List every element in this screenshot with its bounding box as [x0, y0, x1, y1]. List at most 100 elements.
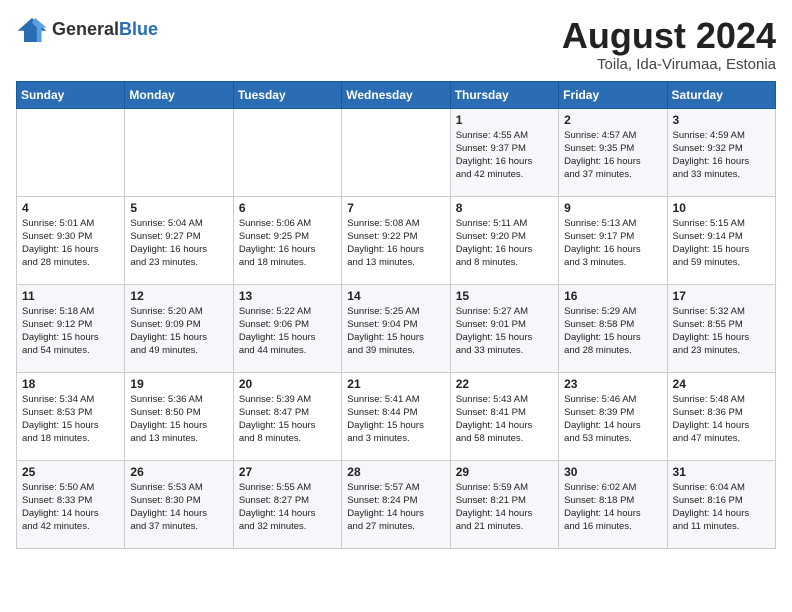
day-info: Sunrise: 5:59 AM Sunset: 8:21 PM Dayligh…	[456, 481, 553, 534]
day-info: Sunrise: 5:36 AM Sunset: 8:50 PM Dayligh…	[130, 393, 227, 446]
day-number: 27	[239, 465, 336, 479]
calendar-cell	[233, 108, 341, 196]
calendar-cell: 8 Sunrise: 5:11 AM Sunset: 9:20 PM Daylig…	[450, 196, 558, 284]
day-info: Sunrise: 5:13 AM Sunset: 9:17 PM Dayligh…	[564, 217, 661, 270]
day-number: 4	[22, 201, 119, 215]
weekday-header-row: SundayMondayTuesdayWednesdayThursdayFrid…	[17, 81, 776, 108]
day-number: 24	[673, 377, 770, 391]
weekday-header-wednesday: Wednesday	[342, 81, 450, 108]
day-info: Sunrise: 5:29 AM Sunset: 8:58 PM Dayligh…	[564, 305, 661, 358]
day-info: Sunrise: 5:18 AM Sunset: 9:12 PM Dayligh…	[22, 305, 119, 358]
day-info: Sunrise: 5:55 AM Sunset: 8:27 PM Dayligh…	[239, 481, 336, 534]
calendar-cell: 4 Sunrise: 5:01 AM Sunset: 9:30 PM Daylig…	[17, 196, 125, 284]
day-number: 19	[130, 377, 227, 391]
logo: GeneralBlue	[16, 16, 158, 44]
day-number: 23	[564, 377, 661, 391]
title-block: August 2024 Toila, Ida-Virumaa, Estonia	[562, 16, 776, 73]
calendar-cell: 28Sunrise: 5:57 AM Sunset: 8:24 PM Dayli…	[342, 460, 450, 548]
calendar-cell: 29 Sunrise: 5:59 AM Sunset: 8:21 PM Dayli…	[450, 460, 558, 548]
calendar-cell: 16 Sunrise: 5:29 AM Sunset: 8:58 PM Dayli…	[559, 284, 667, 372]
day-number: 5	[130, 201, 227, 215]
weekday-header-sunday: Sunday	[17, 81, 125, 108]
day-number: 28	[347, 465, 444, 479]
calendar-cell: 26Sunrise: 5:53 AM Sunset: 8:30 PM Dayli…	[125, 460, 233, 548]
day-number: 14	[347, 289, 444, 303]
calendar-cell: 27 Sunrise: 5:55 AM Sunset: 8:27 PM Dayli…	[233, 460, 341, 548]
day-info: Sunrise: 5:41 AM Sunset: 8:44 PM Dayligh…	[347, 393, 444, 446]
calendar-cell	[17, 108, 125, 196]
calendar-cell: 18 Sunrise: 5:34 AM Sunset: 8:53 PM Dayli…	[17, 372, 125, 460]
day-info: Sunrise: 5:34 AM Sunset: 8:53 PM Dayligh…	[22, 393, 119, 446]
day-number: 25	[22, 465, 119, 479]
calendar-cell: 31Sunrise: 6:04 AM Sunset: 8:16 PM Dayli…	[667, 460, 775, 548]
calendar-cell: 11 Sunrise: 5:18 AM Sunset: 9:12 PM Dayli…	[17, 284, 125, 372]
calendar-cell: 9Sunrise: 5:13 AM Sunset: 9:17 PM Daylig…	[559, 196, 667, 284]
weekday-header-saturday: Saturday	[667, 81, 775, 108]
page-header: GeneralBlue August 2024 Toila, Ida-Virum…	[16, 16, 776, 73]
day-number: 20	[239, 377, 336, 391]
calendar-cell: 17 Sunrise: 5:32 AM Sunset: 8:55 PM Dayli…	[667, 284, 775, 372]
day-number: 7	[347, 201, 444, 215]
day-info: Sunrise: 4:57 AM Sunset: 9:35 PM Dayligh…	[564, 129, 661, 182]
logo-icon	[16, 16, 48, 44]
logo-blue-text: Blue	[119, 19, 158, 39]
day-info: Sunrise: 6:02 AM Sunset: 8:18 PM Dayligh…	[564, 481, 661, 534]
day-info: Sunrise: 5:32 AM Sunset: 8:55 PM Dayligh…	[673, 305, 770, 358]
logo-general-text: General	[52, 19, 119, 39]
week-row-2: 4 Sunrise: 5:01 AM Sunset: 9:30 PM Daylig…	[17, 196, 776, 284]
week-row-3: 11 Sunrise: 5:18 AM Sunset: 9:12 PM Dayli…	[17, 284, 776, 372]
day-number: 15	[456, 289, 553, 303]
day-number: 11	[22, 289, 119, 303]
day-info: Sunrise: 4:59 AM Sunset: 9:32 PM Dayligh…	[673, 129, 770, 182]
calendar-cell: 30 Sunrise: 6:02 AM Sunset: 8:18 PM Dayli…	[559, 460, 667, 548]
day-number: 2	[564, 113, 661, 127]
day-number: 29	[456, 465, 553, 479]
day-number: 16	[564, 289, 661, 303]
day-info: Sunrise: 5:15 AM Sunset: 9:14 PM Dayligh…	[673, 217, 770, 270]
day-number: 21	[347, 377, 444, 391]
day-info: Sunrise: 5:25 AM Sunset: 9:04 PM Dayligh…	[347, 305, 444, 358]
calendar-cell	[342, 108, 450, 196]
calendar-cell: 5 Sunrise: 5:04 AM Sunset: 9:27 PM Daylig…	[125, 196, 233, 284]
day-number: 18	[22, 377, 119, 391]
day-info: Sunrise: 5:11 AM Sunset: 9:20 PM Dayligh…	[456, 217, 553, 270]
day-number: 6	[239, 201, 336, 215]
calendar-cell: 19 Sunrise: 5:36 AM Sunset: 8:50 PM Dayli…	[125, 372, 233, 460]
weekday-header-monday: Monday	[125, 81, 233, 108]
calendar-cell: 1 Sunrise: 4:55 AM Sunset: 9:37 PM Daylig…	[450, 108, 558, 196]
day-info: Sunrise: 5:39 AM Sunset: 8:47 PM Dayligh…	[239, 393, 336, 446]
day-number: 22	[456, 377, 553, 391]
day-info: Sunrise: 5:27 AM Sunset: 9:01 PM Dayligh…	[456, 305, 553, 358]
calendar-cell: 14 Sunrise: 5:25 AM Sunset: 9:04 PM Dayli…	[342, 284, 450, 372]
day-number: 12	[130, 289, 227, 303]
calendar-cell: 15 Sunrise: 5:27 AM Sunset: 9:01 PM Dayli…	[450, 284, 558, 372]
day-number: 8	[456, 201, 553, 215]
week-row-4: 18 Sunrise: 5:34 AM Sunset: 8:53 PM Dayli…	[17, 372, 776, 460]
day-info: Sunrise: 5:01 AM Sunset: 9:30 PM Dayligh…	[22, 217, 119, 270]
day-info: Sunrise: 5:50 AM Sunset: 8:33 PM Dayligh…	[22, 481, 119, 534]
week-row-1: 1 Sunrise: 4:55 AM Sunset: 9:37 PM Daylig…	[17, 108, 776, 196]
location-subtitle: Toila, Ida-Virumaa, Estonia	[562, 56, 776, 73]
day-number: 10	[673, 201, 770, 215]
day-number: 3	[673, 113, 770, 127]
calendar-cell: 10 Sunrise: 5:15 AM Sunset: 9:14 PM Dayli…	[667, 196, 775, 284]
day-info: Sunrise: 6:04 AM Sunset: 8:16 PM Dayligh…	[673, 481, 770, 534]
calendar-cell: 12Sunrise: 5:20 AM Sunset: 9:09 PM Dayli…	[125, 284, 233, 372]
day-number: 1	[456, 113, 553, 127]
day-info: Sunrise: 4:55 AM Sunset: 9:37 PM Dayligh…	[456, 129, 553, 182]
day-number: 17	[673, 289, 770, 303]
day-number: 30	[564, 465, 661, 479]
calendar-cell: 20 Sunrise: 5:39 AM Sunset: 8:47 PM Dayli…	[233, 372, 341, 460]
calendar-cell: 13 Sunrise: 5:22 AM Sunset: 9:06 PM Dayli…	[233, 284, 341, 372]
weekday-header-friday: Friday	[559, 81, 667, 108]
week-row-5: 25 Sunrise: 5:50 AM Sunset: 8:33 PM Dayli…	[17, 460, 776, 548]
calendar-cell: 25 Sunrise: 5:50 AM Sunset: 8:33 PM Dayli…	[17, 460, 125, 548]
day-info: Sunrise: 5:06 AM Sunset: 9:25 PM Dayligh…	[239, 217, 336, 270]
day-info: Sunrise: 5:46 AM Sunset: 8:39 PM Dayligh…	[564, 393, 661, 446]
day-info: Sunrise: 5:04 AM Sunset: 9:27 PM Dayligh…	[130, 217, 227, 270]
calendar-cell: 6 Sunrise: 5:06 AM Sunset: 9:25 PM Daylig…	[233, 196, 341, 284]
day-number: 13	[239, 289, 336, 303]
calendar-cell: 23 Sunrise: 5:46 AM Sunset: 8:39 PM Dayli…	[559, 372, 667, 460]
day-info: Sunrise: 5:22 AM Sunset: 9:06 PM Dayligh…	[239, 305, 336, 358]
day-info: Sunrise: 5:53 AM Sunset: 8:30 PM Dayligh…	[130, 481, 227, 534]
